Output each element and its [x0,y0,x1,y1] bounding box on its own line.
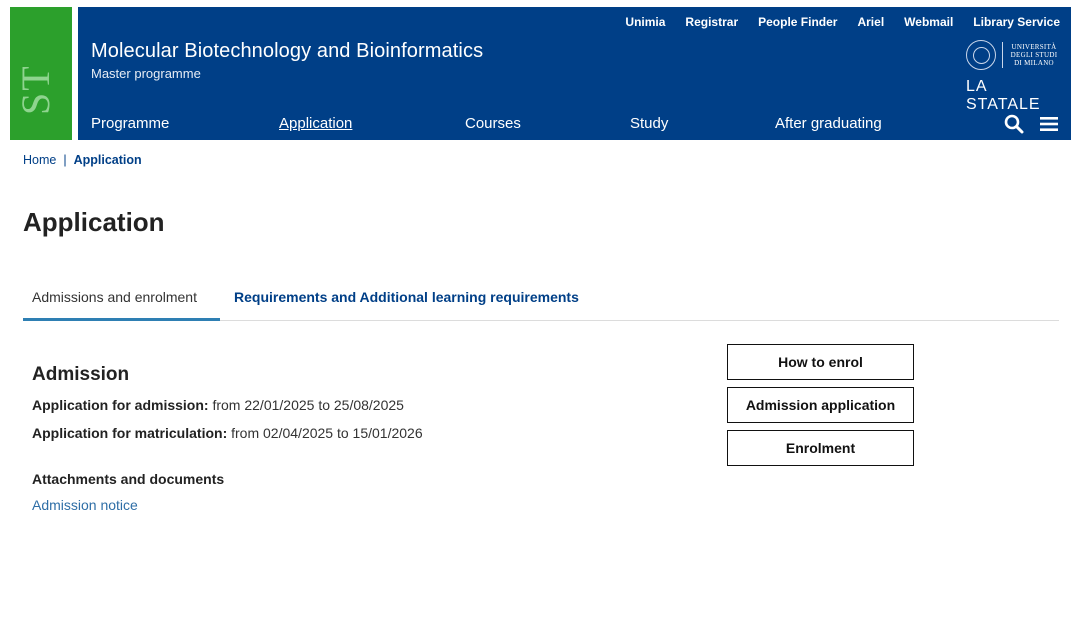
admission-heading: Admission [32,364,130,385]
university-seal-icon [966,40,996,70]
site-header: Unimia Registrar People Finder Ariel Web… [78,7,1071,140]
admission-dates: Application for admission: from 22/01/20… [32,397,404,413]
nav-item-after-graduating[interactable]: After graduating [775,115,882,132]
university-wordmark: LA STATALE [966,78,1041,113]
nav-icons [1004,114,1058,134]
attachments-heading: Attachments and documents [32,471,225,487]
matriculation-dates-value: from 02/04/2025 to 15/01/2026 [227,425,423,441]
breadcrumb-current: Application [73,153,142,167]
active-tab-indicator [23,318,220,321]
tab-admissions-enrolment[interactable]: Admissions and enrolment [32,289,197,305]
university-logo[interactable]: UNIVERSITÀ DEGLI STUDI DI MILANO LA STAT… [966,40,1061,113]
matriculation-dates: Application for matriculation: from 02/0… [32,425,423,441]
breadcrumb-home[interactable]: Home [23,153,56,167]
university-name-line1: UNIVERSITÀ [1011,43,1057,51]
top-link-webmail[interactable]: Webmail [904,15,953,29]
top-link-library-service[interactable]: Library Service [973,15,1060,29]
nav-item-programme[interactable]: Programme [91,115,169,132]
top-link-ariel[interactable]: Ariel [857,15,884,29]
admission-dates-label: Application for admission: [32,397,209,413]
department-logo-letters: ST [13,64,58,115]
nav-item-study[interactable]: Study [630,115,668,132]
nav-item-courses[interactable]: Courses [465,115,521,132]
university-name-line2: DEGLI STUDI [1010,51,1058,59]
university-name-line3: DI MILANO [1014,59,1054,67]
how-to-enrol-button[interactable]: How to enrol [727,344,914,380]
admission-notice-link[interactable]: Admission notice [32,497,138,513]
admission-application-button[interactable]: Admission application [727,387,914,423]
tab-requirements[interactable]: Requirements and Additional learning req… [234,289,579,305]
top-link-registrar[interactable]: Registrar [685,15,738,29]
tab-bar: Admissions and enrolment Requirements an… [23,280,1059,321]
department-logo[interactable]: ST [10,7,72,140]
admission-dates-value: from 22/01/2025 to 25/08/2025 [208,397,404,413]
page-title: Application [23,207,165,237]
site-subtitle: Master programme [91,66,201,81]
top-link-unimia[interactable]: Unimia [625,15,665,29]
breadcrumb: Home | Application [23,153,142,167]
university-name: UNIVERSITÀ DEGLI STUDI DI MILANO [1007,43,1061,67]
menu-icon[interactable] [1040,114,1058,134]
top-link-people-finder[interactable]: People Finder [758,15,837,29]
matriculation-dates-label: Application for matriculation: [32,425,228,441]
top-utility-nav: Unimia Registrar People Finder Ariel Web… [625,15,1060,29]
enrolment-button[interactable]: Enrolment [727,430,914,466]
nav-item-application[interactable]: Application [279,115,352,132]
logo-divider [1002,42,1003,68]
site-title[interactable]: Molecular Biotechnology and Bioinformati… [91,40,483,63]
main-nav: Programme Application Courses Study Afte… [78,115,1071,137]
search-icon[interactable] [1004,114,1024,134]
breadcrumb-separator: | [63,153,67,167]
